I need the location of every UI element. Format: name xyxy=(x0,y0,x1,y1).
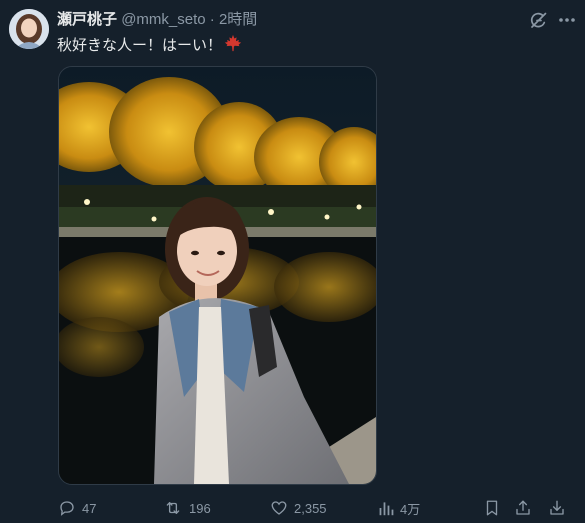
download-button[interactable] xyxy=(548,497,566,519)
author-name[interactable]: 瀬戸桃子 xyxy=(57,11,117,28)
repost-count: 196 xyxy=(189,500,211,516)
views-count: 4万 xyxy=(400,501,421,517)
grok-icon[interactable] xyxy=(528,10,548,30)
bookmark-icon xyxy=(484,499,500,517)
bookmark-button[interactable] xyxy=(484,497,500,519)
separator-dot: · xyxy=(209,11,215,28)
tweet[interactable]: 瀬戸桃子 @mmk_seto · 2時間 秋好きな人ー！はーい！ 47 196 … xyxy=(0,0,585,523)
repost-icon xyxy=(163,499,183,517)
like-count: 2,355 xyxy=(294,500,327,516)
tweet-actions: 47 196 2,355 4万 xyxy=(0,497,585,521)
share-icon xyxy=(514,499,532,517)
avatar[interactable] xyxy=(9,9,49,49)
like-button[interactable]: 2,355 xyxy=(270,497,327,519)
repost-button[interactable]: 196 xyxy=(163,497,211,519)
heart-icon xyxy=(270,499,288,517)
views-icon xyxy=(378,499,394,517)
maple-leaf-icon xyxy=(224,34,242,58)
reply-count: 47 xyxy=(82,500,97,516)
timestamp[interactable]: 2時間 xyxy=(219,11,257,28)
download-icon xyxy=(548,499,566,517)
author-handle[interactable]: @mmk_seto xyxy=(121,11,205,28)
tweet-photo[interactable] xyxy=(58,66,377,485)
more-icon[interactable] xyxy=(558,12,576,28)
tweet-text-row: 秋好きな人ー！はーい！ xyxy=(57,34,242,58)
share-button[interactable] xyxy=(514,497,532,519)
tweet-text: 秋好きな人ー！はーい！ xyxy=(57,37,223,54)
views-button[interactable]: 4万 xyxy=(378,497,420,519)
tweet-header: 瀬戸桃子 @mmk_seto · 2時間 xyxy=(57,11,257,29)
reply-button[interactable]: 47 xyxy=(58,497,96,519)
reply-icon xyxy=(58,499,76,517)
